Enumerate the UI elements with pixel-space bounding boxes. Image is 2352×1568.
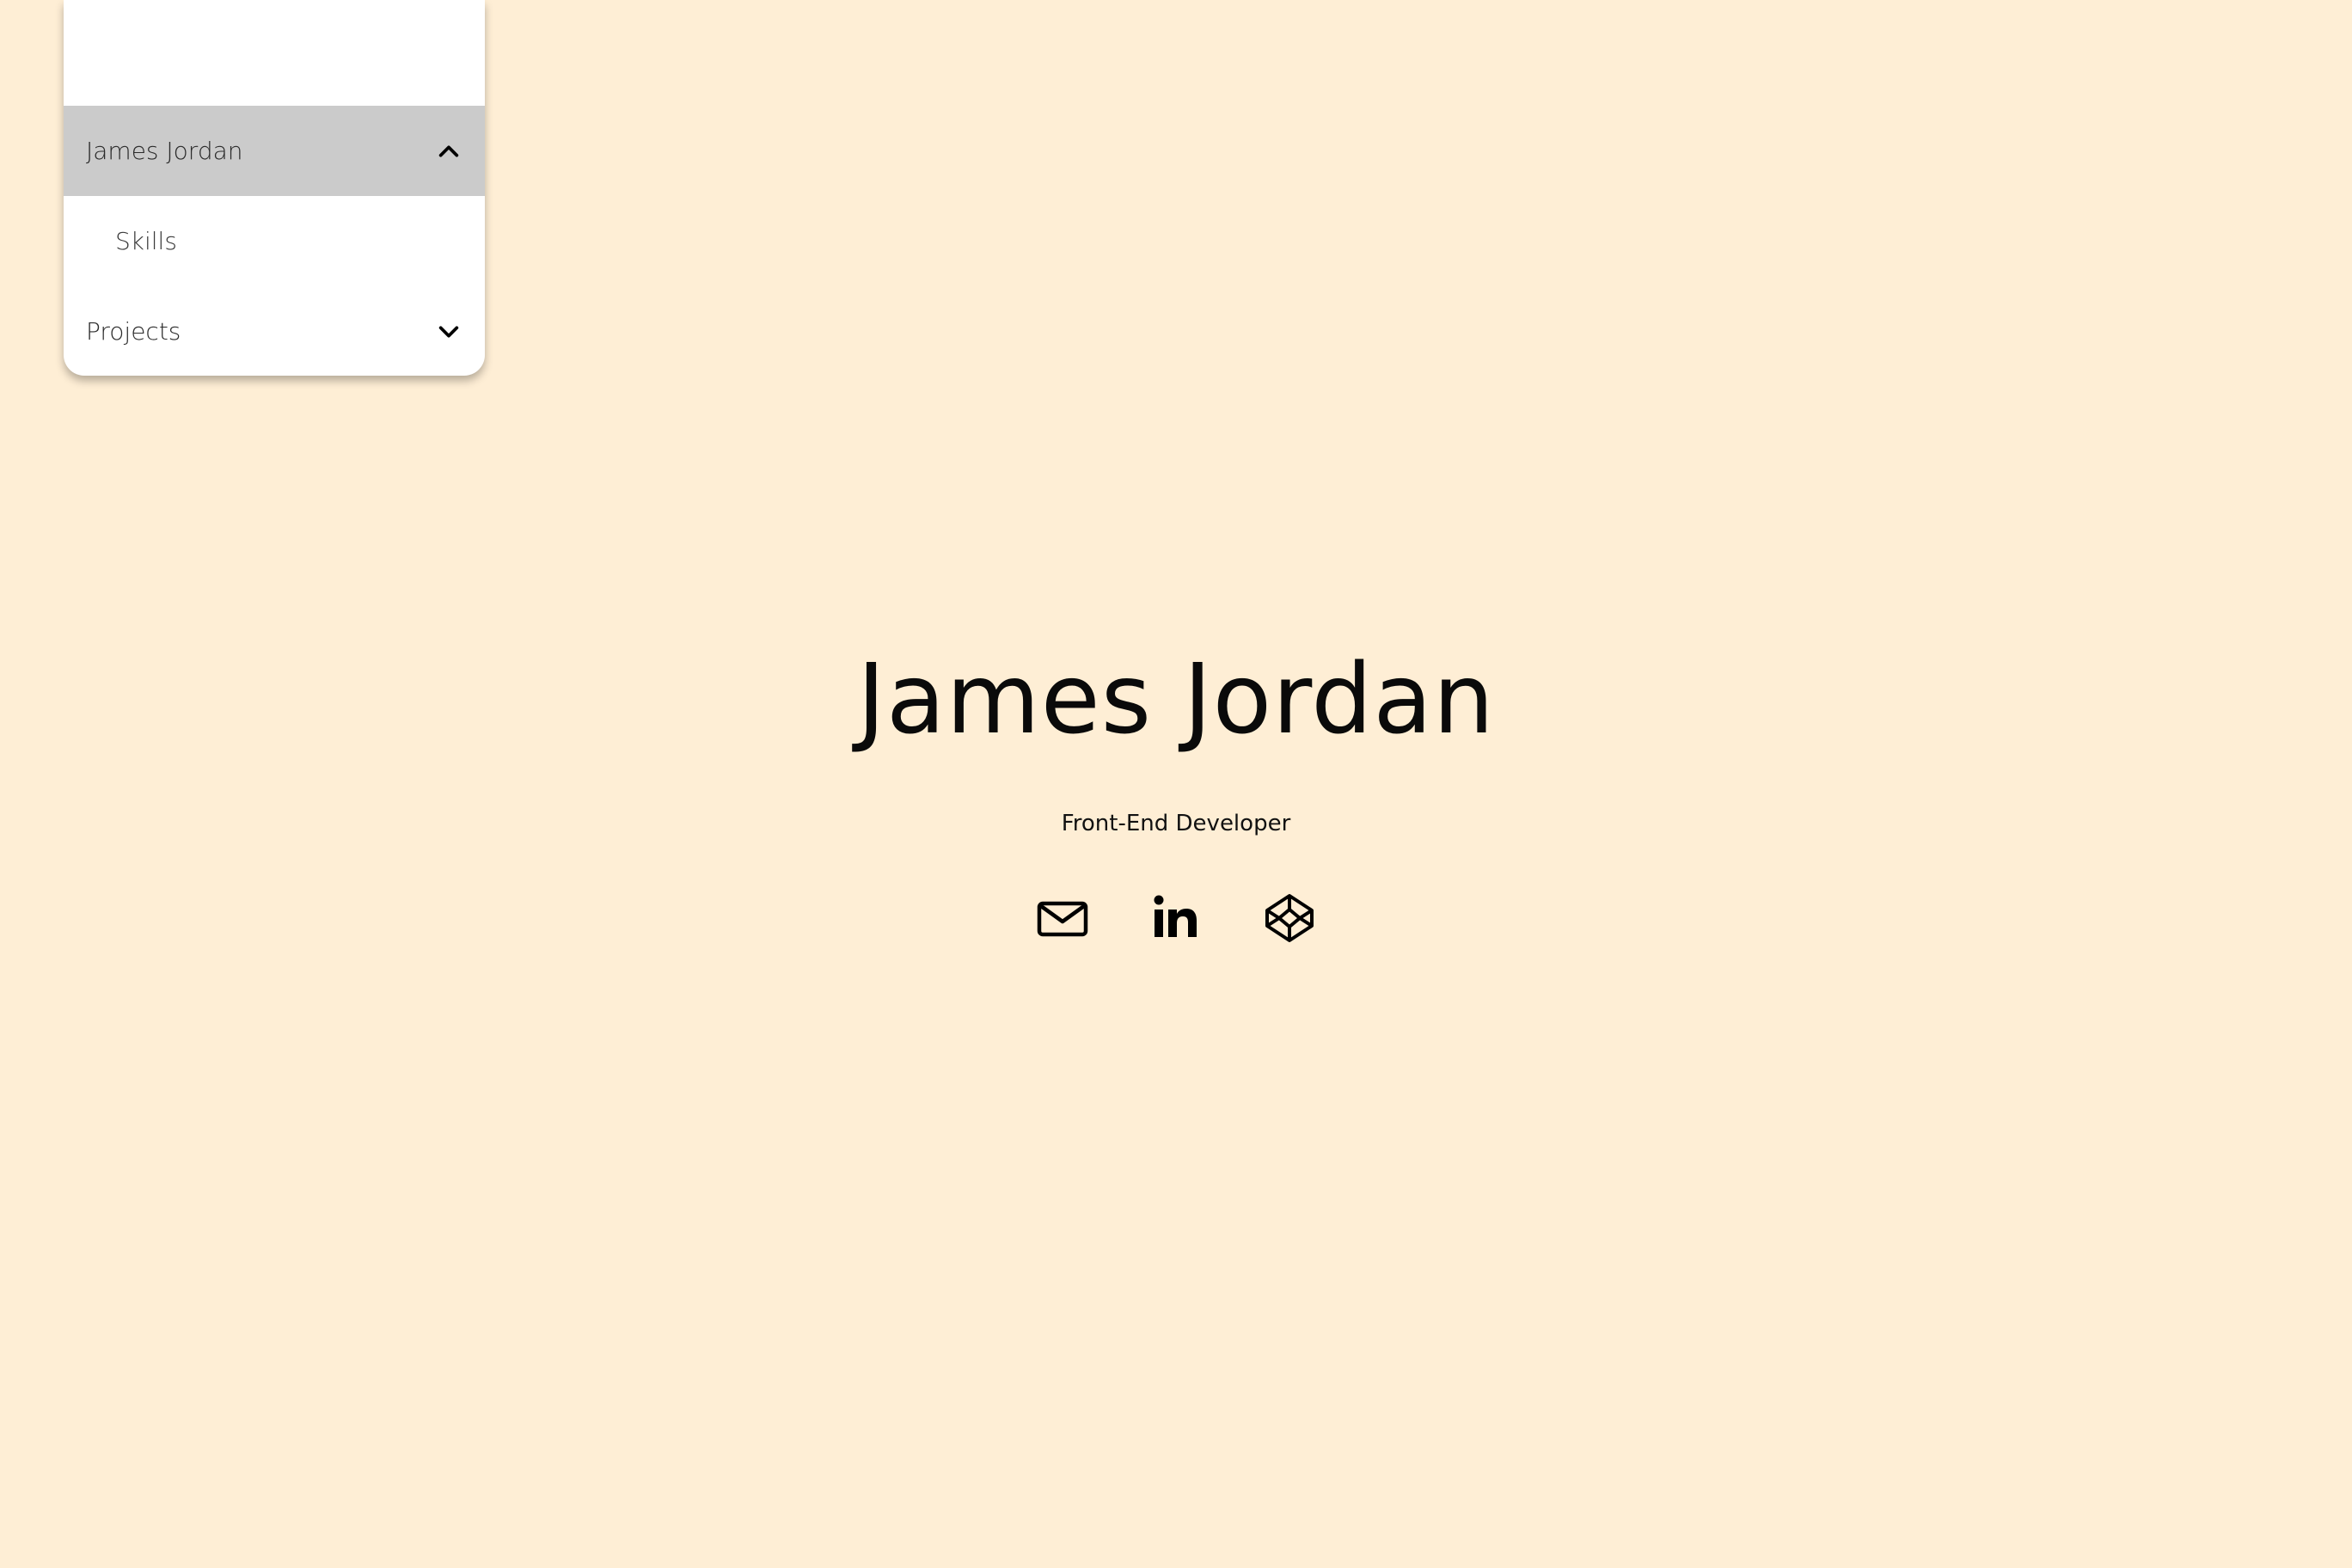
email-icon [1037, 892, 1088, 947]
chevron-up-icon[interactable] [435, 138, 462, 165]
linkedin-icon [1150, 892, 1202, 947]
hero-name: James Jordan [857, 644, 1495, 756]
email-link[interactable] [1037, 894, 1088, 946]
nav-item-james-jordan[interactable]: James Jordan [64, 106, 485, 196]
linkedin-link[interactable] [1150, 894, 1202, 946]
nav-item-label: James Jordan [86, 137, 243, 165]
codepen-link[interactable] [1264, 894, 1315, 946]
nav-menu: James Jordan Skills Projects [64, 0, 485, 376]
codepen-icon [1264, 892, 1315, 947]
nav-item-skills[interactable]: Skills [64, 196, 485, 286]
chevron-down-icon[interactable] [435, 318, 462, 346]
nav-item-label: Projects [86, 317, 181, 346]
hero-role: Front-End Developer [1061, 811, 1291, 836]
social-links [0, 894, 2352, 946]
nav-item-label: Skills [115, 227, 177, 255]
nav-item-projects[interactable]: Projects [64, 286, 485, 376]
